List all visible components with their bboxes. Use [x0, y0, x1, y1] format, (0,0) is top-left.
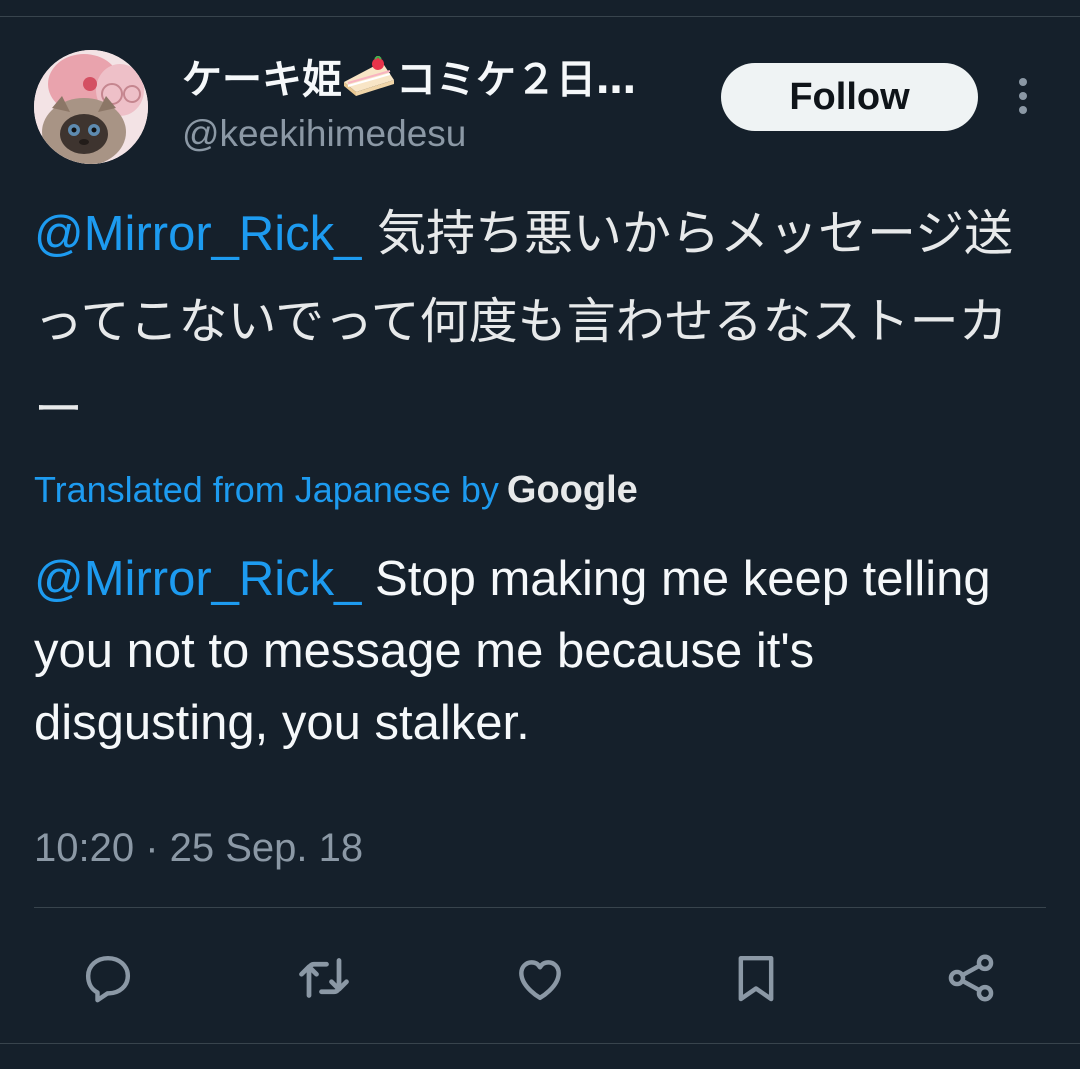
retweet-icon[interactable] — [294, 948, 354, 1008]
avatar[interactable] — [34, 50, 148, 164]
bottom-divider — [0, 1043, 1080, 1044]
reply-icon[interactable] — [78, 948, 138, 1008]
bookmark-icon[interactable] — [726, 948, 786, 1008]
display-name[interactable]: ケーキ姫 コミケ２日… — [182, 54, 636, 109]
share-icon[interactable] — [941, 948, 1001, 1008]
divider — [34, 907, 1046, 908]
follow-button[interactable]: Follow — [721, 63, 978, 131]
like-icon[interactable] — [510, 948, 570, 1008]
user-handle[interactable]: @keekihimedesu — [182, 110, 466, 158]
display-name-part: ケーキ姫 — [182, 57, 342, 103]
top-divider — [0, 16, 1080, 17]
display-name-part: コミケ２日… — [396, 57, 636, 103]
tweet-timestamp[interactable]: 10:20 · 25 Sep. 18 — [34, 820, 363, 876]
more-options-icon[interactable] — [1008, 76, 1038, 116]
google-logo: Google — [506, 469, 638, 511]
mention-link[interactable]: @Mirror_Rick_ — [34, 552, 361, 606]
translated-text: @Mirror_Rick_ Stop making me keep tellin… — [34, 543, 1044, 759]
cake-icon — [342, 54, 396, 109]
translated-from-label[interactable]: Translated from Japanese by — [34, 469, 499, 510]
mention-link[interactable]: @Mirror_Rick_ — [34, 207, 361, 261]
tweet-text: @Mirror_Rick_ 気持ち悪いからメッセージ送ってこないでって何度も言わ… — [34, 190, 1044, 454]
translation-label: Translated from Japanese by Google — [34, 462, 638, 518]
